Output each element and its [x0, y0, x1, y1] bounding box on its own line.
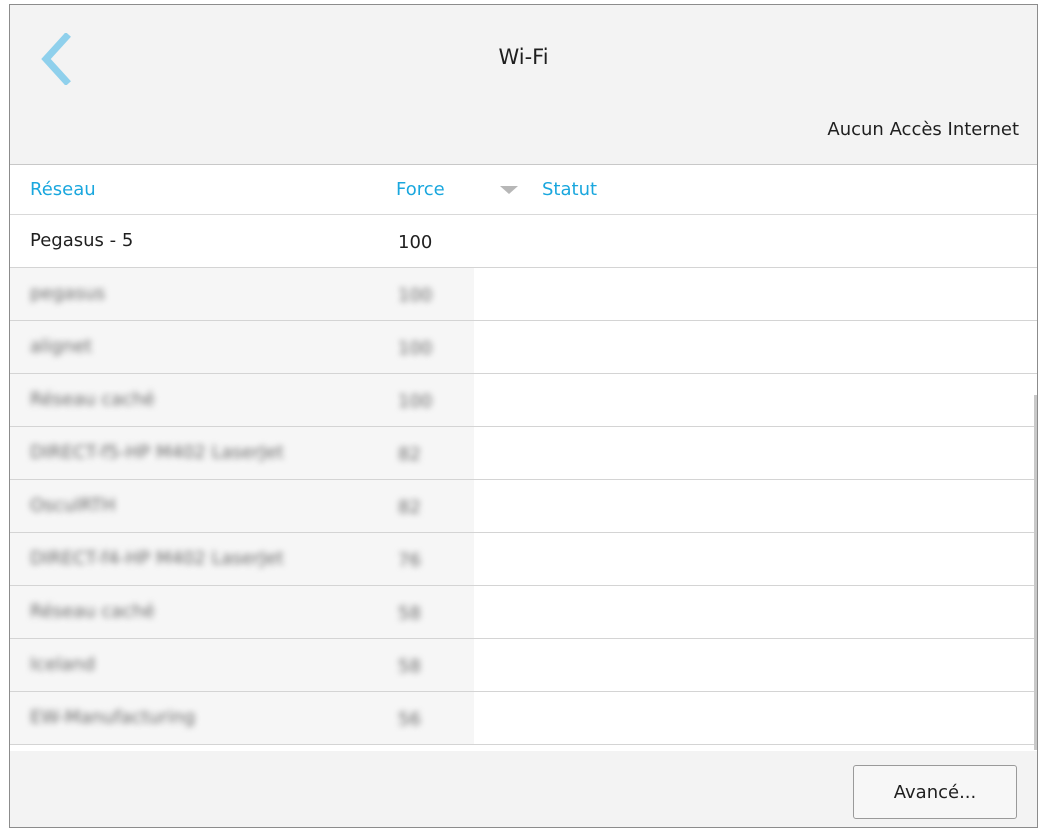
network-strength: 58 — [398, 603, 421, 624]
network-strength: 82 — [398, 497, 421, 518]
network-list: Pegasus - 5 100 pegasus 100 alignet 100 … — [10, 215, 1037, 745]
network-strength: 58 — [398, 656, 421, 677]
table-row[interactable]: Iceland 58 — [10, 639, 1037, 692]
table-row[interactable]: DIRECT-f4-HP M402 LaserJet 76 — [10, 533, 1037, 586]
network-strength: 100 — [398, 232, 433, 253]
table-row[interactable]: alignet 100 — [10, 321, 1037, 374]
table-row[interactable]: EW-Manufacturing 56 — [10, 692, 1037, 745]
network-name: OsculRTH — [30, 495, 116, 516]
network-name: Réseau caché — [30, 601, 155, 622]
sort-down-icon[interactable] — [500, 186, 518, 194]
table-row[interactable]: Pegasus - 5 100 — [10, 215, 1037, 268]
wifi-settings-window: Wi-Fi Aucun Accès Internet Réseau Force … — [9, 4, 1038, 828]
table-row[interactable]: Réseau caché 58 — [10, 586, 1037, 639]
column-header-network[interactable]: Réseau — [30, 179, 96, 200]
network-name: DIRECT-f4-HP M402 LaserJet — [30, 548, 284, 569]
header-bar: Wi-Fi Aucun Accès Internet — [10, 5, 1037, 165]
network-table: Réseau Force Statut Pegasus - 5 100 pega… — [10, 165, 1037, 751]
table-row[interactable]: OsculRTH 82 — [10, 480, 1037, 533]
network-strength: 100 — [398, 338, 433, 359]
connection-status: Aucun Accès Internet — [827, 119, 1019, 140]
network-name: Pegasus - 5 — [30, 230, 134, 251]
network-name: EW-Manufacturing — [30, 707, 196, 728]
table-row[interactable]: pegasus 100 — [10, 268, 1037, 321]
vertical-scrollbar[interactable] — [1034, 395, 1037, 750]
table-row[interactable]: Réseau caché 100 — [10, 374, 1037, 427]
page-title: Wi-Fi — [498, 45, 549, 69]
footer-bar: Avancé... — [10, 751, 1037, 827]
network-strength: 82 — [398, 444, 421, 465]
network-strength: 76 — [398, 550, 421, 571]
advanced-button[interactable]: Avancé... — [853, 765, 1017, 819]
network-name: DIRECT-f5-HP M402 LaserJet — [30, 442, 284, 463]
column-header-strength[interactable]: Force — [396, 179, 445, 200]
network-name: Iceland — [30, 654, 96, 675]
table-row[interactable]: DIRECT-f5-HP M402 LaserJet 82 — [10, 427, 1037, 480]
network-name: alignet — [30, 336, 92, 357]
network-strength: 56 — [398, 709, 421, 730]
network-strength: 100 — [398, 391, 433, 412]
network-name: pegasus — [30, 283, 106, 304]
network-name: Réseau caché — [30, 389, 155, 410]
column-header-status[interactable]: Statut — [542, 179, 597, 200]
table-header: Réseau Force Statut — [10, 165, 1037, 215]
network-strength: 100 — [398, 285, 433, 306]
